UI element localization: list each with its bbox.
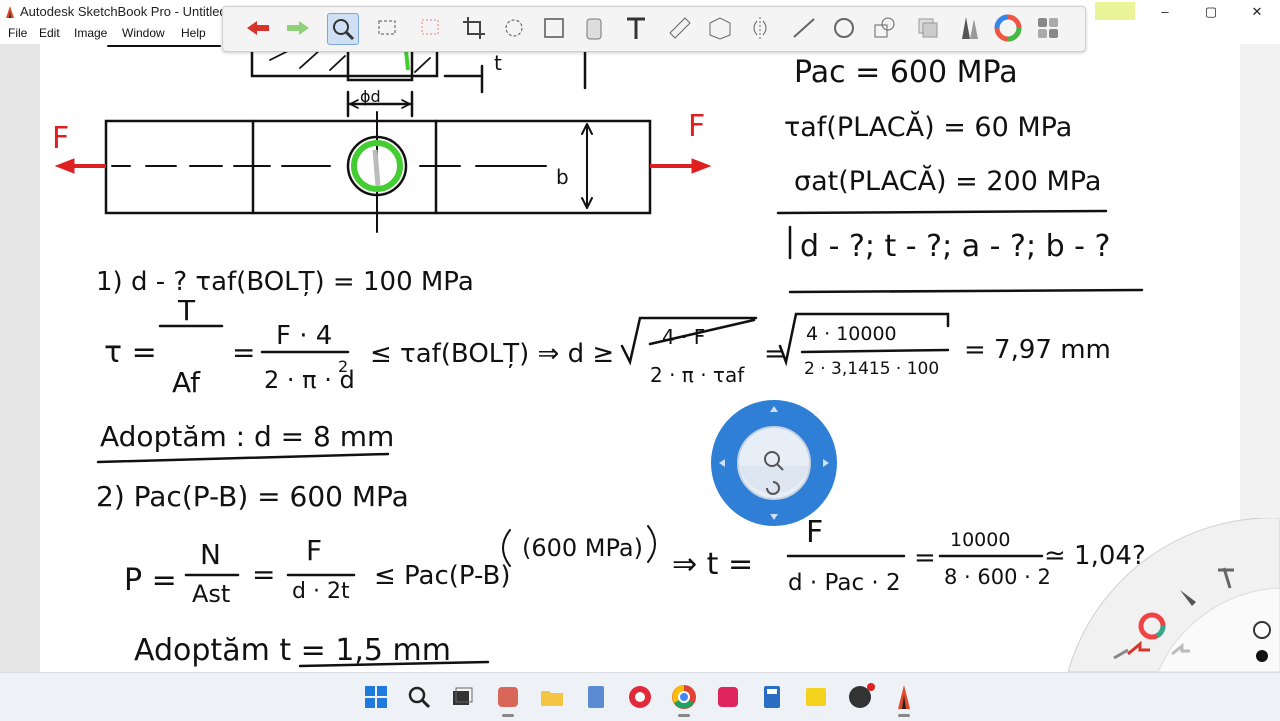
step1-num-F4: F · 4 [276,321,332,351]
lagoon-menu[interactable] [1067,517,1280,704]
undo-icon[interactable] [243,13,273,43]
step1-num-4F: 4 · F [662,325,705,349]
calculator-icon[interactable] [756,681,788,713]
step2-equals: = [252,558,275,591]
step1-den-2pitau: 2 · π · τaf [650,363,745,387]
pdf-app-icon[interactable] [800,681,832,713]
dimension-t-label: t [494,51,502,75]
menu-image[interactable]: Image [74,26,107,40]
zoom-puck[interactable]: × [709,398,839,528]
select-rect-icon[interactable] [373,13,403,43]
transform-icon[interactable] [499,13,529,43]
perspective-icon[interactable] [705,13,735,43]
screen-recorder-icon[interactable] [624,681,656,713]
step2-den-value: 8 · 600 · 2 [944,565,1051,589]
fill-icon[interactable] [579,13,609,43]
brushes-icon[interactable] [953,13,983,43]
step2-num-N: N [200,538,221,571]
menu-window[interactable]: Window [122,26,165,40]
step2-title: 2) Pac(P-B) = 600 MPa [96,480,409,513]
main-toolbar [222,6,1086,52]
step1-num-T: T [177,294,196,327]
step1-result: = 7,97 mm [964,335,1111,365]
adopt-t: Adoptăm t = 1,5 mm [134,633,451,668]
sketchbook-logo-icon [6,6,14,18]
given-tau-plate: τaf(PLACĂ) = 60 MPa [784,110,1072,143]
highlight-swatch [1095,2,1135,20]
calculator-app-icon[interactable] [580,681,612,713]
select-lasso-icon[interactable] [415,13,445,43]
zoom-icon[interactable] [327,13,359,45]
given-sigma-plate: σat(PLACĂ) = 200 MPa [794,164,1101,197]
shapes-icon[interactable] [869,13,899,43]
window-title: Autodesk SketchBook Pro - Untitled @ [20,4,244,19]
chrome-icon[interactable] [668,681,700,717]
step1-exponent: 2 [338,357,348,376]
step1-num-40000: 4 · 10000 [806,323,897,345]
color-wheel-icon[interactable] [993,13,1023,43]
step1-title: 1) d - ? τaf(BOLȚ) = 100 MPa [96,267,474,297]
dimension-b-label: b [556,165,569,189]
stroke-icon[interactable] [789,13,819,43]
sketchbook-taskbar-icon[interactable] [888,681,920,717]
step2-den-Ast: Ast [192,580,230,608]
maximize-button[interactable]: ▢ [1188,0,1234,24]
step1-equals: = [232,336,255,369]
step2-implies: ⇒ t = [672,547,753,582]
step2-den-dpac2: d · Pac · 2 [788,570,901,596]
ruler-icon[interactable] [665,13,695,43]
minimize-button[interactable]: – [1142,0,1188,24]
obs-icon[interactable] [844,681,876,713]
distort-icon[interactable] [539,13,569,43]
step2-relation: ≤ Pac(P-B) [374,561,510,591]
crop-icon[interactable] [459,13,489,43]
close-button[interactable]: ✕ [1234,0,1280,24]
media-app-icon[interactable] [492,681,524,717]
symmetry-icon[interactable] [745,13,775,43]
step1-equals-2: = [764,339,786,369]
step1-tau: τ = [104,335,157,370]
step2-equals-2: = [914,543,936,573]
dimension-d-label: ϕd [360,87,381,106]
step2-num-F: F [306,534,322,567]
menu-edit[interactable]: Edit [39,26,60,40]
step2-p: P = [124,563,177,598]
zoom-puck-close-icon[interactable]: × [813,406,820,420]
force-label-left: F [52,121,69,156]
step1-den-Af: Af [172,366,201,399]
step2-num-10000: 10000 [950,529,1010,551]
menu-file[interactable]: File [8,26,27,40]
adopt-d: Adoptăm : d = 8 mm [100,420,394,453]
palette-icon[interactable] [1033,13,1063,43]
menu-help[interactable]: Help [181,26,206,40]
menu-bar: File Edit Image Window Help [0,24,230,44]
redo-icon[interactable] [283,13,313,43]
screenshot-tool-icon[interactable] [712,681,744,713]
task-view-icon[interactable] [446,681,478,713]
ellipse-icon[interactable] [829,13,859,43]
force-label-right: F [688,109,705,144]
unknowns: d - ?; t - ?; a - ?; b - ? [800,229,1110,264]
step2-den-d2t: d · 2t [292,579,350,604]
text-icon[interactable] [621,13,651,43]
canvas-area[interactable]: F F t ϕd b Pac = 600 MPa τaf(PLACĂ) = 60… [0,6,1280,704]
step1-den-value: 2 · 3,1415 · 100 [804,359,939,379]
layers-icon[interactable] [913,13,943,43]
step1-relation: ≤ τaf(BOLȚ) ⇒ d ≥ [370,339,614,369]
windows-start-icon[interactable] [360,681,392,713]
search-icon[interactable] [403,681,435,713]
step2-paren: (600 MPa) [522,534,643,562]
taskbar [0,672,1280,721]
file-explorer-icon[interactable] [536,681,568,713]
given-pac: Pac = 600 MPa [794,55,1018,90]
